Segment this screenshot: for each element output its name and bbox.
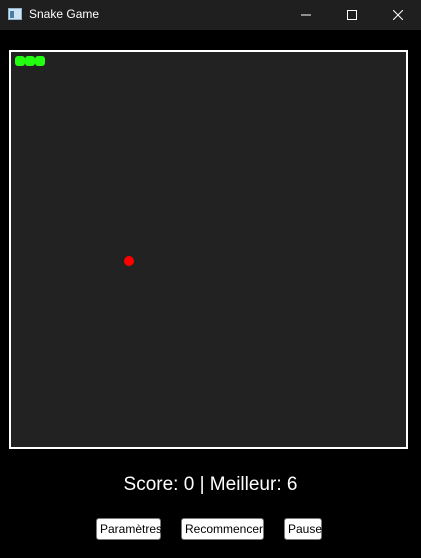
score-value: 0 bbox=[183, 474, 195, 495]
pause-button[interactable]: Pause bbox=[284, 518, 322, 540]
maximize-icon bbox=[347, 10, 357, 20]
game-board[interactable] bbox=[9, 50, 408, 449]
window-title: Snake Game bbox=[29, 7, 100, 21]
score-separator: | bbox=[199, 474, 205, 495]
best-value: 6 bbox=[286, 474, 298, 495]
title-bar: Snake Game bbox=[0, 0, 421, 30]
minimize-button[interactable] bbox=[283, 0, 329, 30]
score-display: Score: 0 | Meilleur: 6 bbox=[0, 474, 421, 496]
restart-button[interactable]: Recommencer bbox=[181, 518, 264, 540]
snake-segment bbox=[15, 56, 25, 66]
close-icon bbox=[393, 10, 403, 20]
snake-head bbox=[35, 56, 45, 66]
snake-segment bbox=[25, 56, 35, 66]
food-apple bbox=[124, 256, 134, 266]
app-icon bbox=[8, 8, 22, 20]
best-label: Meilleur: bbox=[209, 474, 282, 495]
minimize-icon bbox=[301, 14, 311, 16]
settings-button[interactable]: Paramètres bbox=[96, 518, 162, 540]
close-button[interactable] bbox=[375, 0, 421, 30]
score-label: Score: bbox=[123, 474, 179, 495]
maximize-button[interactable] bbox=[329, 0, 375, 30]
